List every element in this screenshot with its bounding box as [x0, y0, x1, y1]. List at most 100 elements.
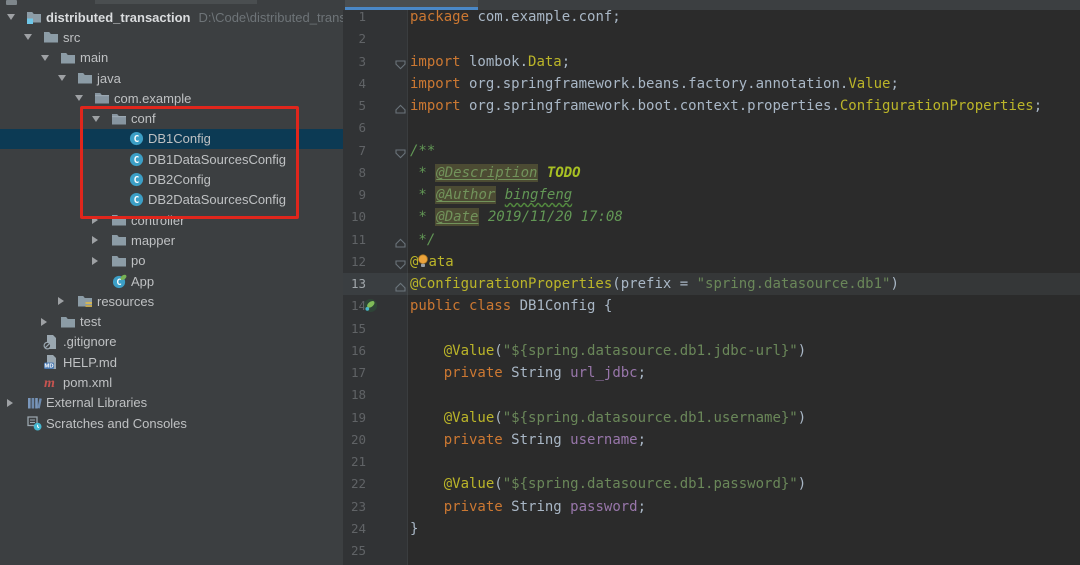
line-number[interactable]: 3 [343, 51, 366, 73]
code-line-21[interactable] [410, 451, 1080, 473]
code-line-22[interactable]: @Value("${spring.datasource.db1.password… [410, 473, 1080, 495]
code-line-25[interactable] [410, 540, 1080, 562]
code-token: ; [890, 76, 898, 92]
chevron-down-icon[interactable] [75, 95, 83, 101]
line-number[interactable]: 17 [343, 362, 366, 384]
tree-item-db1datasourcesconfig[interactable]: CDB1DataSourcesConfig [0, 149, 343, 169]
code-token: private [444, 499, 503, 515]
tree-item-java[interactable]: java [0, 68, 343, 88]
code-line-17[interactable]: private String url_jdbc; [410, 362, 1080, 384]
code-token: DB1Config { [511, 298, 612, 314]
intention-bulb-icon[interactable] [418, 253, 428, 267]
code-line-24[interactable]: } [410, 518, 1080, 540]
code-line-19[interactable]: @Value("${spring.datasource.db1.username… [410, 407, 1080, 429]
tree-item-mapper[interactable]: mapper [0, 230, 343, 250]
folder-icon [111, 253, 127, 269]
tree-item-scratches-and-consoles[interactable]: Scratches and Consoles [0, 413, 343, 433]
line-number[interactable]: 18 [343, 384, 366, 406]
line-number[interactable]: 25 [343, 540, 366, 562]
line-number[interactable]: 21 [343, 451, 366, 473]
line-number[interactable]: 12 [343, 251, 366, 273]
chevron-right-icon[interactable] [92, 216, 98, 224]
tree-item-distributed-transaction[interactable]: distributed_transactionD:\Code\distribut… [0, 7, 343, 27]
line-number[interactable]: 19 [343, 407, 366, 429]
tree-item-help-md[interactable]: MDHELP.md [0, 352, 343, 372]
chevron-right-icon[interactable] [58, 297, 64, 305]
code-line-20[interactable]: private String username; [410, 429, 1080, 451]
chevron-down-icon[interactable] [7, 14, 15, 20]
line-number[interactable]: 9 [343, 184, 366, 206]
tree-item-resources[interactable]: resources [0, 291, 343, 311]
tree-item-pom-xml[interactable]: mpom.xml [0, 372, 343, 392]
line-number[interactable]: 23 [343, 496, 366, 518]
tree-item-app[interactable]: CApp [0, 271, 343, 291]
code-line-4[interactable]: import org.springframework.beans.factory… [410, 73, 1080, 95]
tree-item-gitignore[interactable]: .gitignore [0, 332, 343, 352]
line-number[interactable]: 2 [343, 28, 366, 50]
chevron-down-icon[interactable] [92, 116, 100, 122]
spring-leaf-gutter-icon[interactable] [363, 298, 378, 318]
line-number[interactable]: 15 [343, 318, 366, 340]
code-line-7[interactable]: /** [410, 140, 1080, 162]
code-line-6[interactable] [410, 117, 1080, 139]
editor-tab[interactable] [345, 0, 478, 10]
line-number[interactable]: 10 [343, 206, 366, 228]
fold-marker-open-icon[interactable] [395, 57, 406, 75]
line-number[interactable]: 7 [343, 140, 366, 162]
code-line-5[interactable]: import org.springframework.boot.context.… [410, 95, 1080, 117]
chevron-right-icon[interactable] [41, 318, 47, 326]
code-line-10[interactable]: * @Date 2019/11/20 17:08 [410, 206, 1080, 228]
chevron-right-icon[interactable] [92, 236, 98, 244]
code-line-14[interactable]: public class DB1Config { [410, 295, 1080, 317]
line-number[interactable]: 8 [343, 162, 366, 184]
tree-item-controller[interactable]: controller [0, 210, 343, 230]
chevron-right-icon[interactable] [92, 257, 98, 265]
line-number[interactable]: 22 [343, 473, 366, 495]
code-area[interactable]: package com.example.conf;import lombok.D… [410, 6, 1080, 562]
toolbar-icon-partial [6, 0, 17, 5]
fold-marker-close-icon[interactable] [395, 235, 406, 253]
tree-item-external-libraries[interactable]: External Libraries [0, 393, 343, 413]
tree-item-db1config[interactable]: CDB1Config [0, 129, 343, 149]
tree-item-label: com.example [114, 91, 191, 106]
code-token: String [503, 432, 570, 448]
line-number[interactable]: 4 [343, 73, 366, 95]
code-line-3[interactable]: import lombok.Data; [410, 51, 1080, 73]
code-line-11[interactable]: */ [410, 229, 1080, 251]
code-line-18[interactable] [410, 384, 1080, 406]
code-line-12[interactable]: @ata [410, 251, 1080, 273]
code-line-23[interactable]: private String password; [410, 496, 1080, 518]
code-token: @ [410, 254, 418, 270]
code-token: ) [798, 410, 806, 426]
tree-item-main[interactable]: main [0, 48, 343, 68]
chevron-down-icon[interactable] [24, 34, 32, 40]
tree-item-label: po [131, 253, 145, 268]
chevron-right-icon[interactable] [7, 399, 13, 407]
line-number[interactable]: 24 [343, 518, 366, 540]
fold-marker-open-icon[interactable] [395, 146, 406, 164]
fold-marker-close-icon[interactable] [395, 101, 406, 119]
code-line-13[interactable]: @ConfigurationProperties(prefix = "sprin… [410, 273, 1080, 295]
line-number[interactable]: 16 [343, 340, 366, 362]
tree-item-src[interactable]: src [0, 27, 343, 47]
code-line-9[interactable]: * @Author bingfeng [410, 184, 1080, 206]
code-line-16[interactable]: @Value("${spring.datasource.db1.jdbc-url… [410, 340, 1080, 362]
line-number[interactable]: 6 [343, 117, 366, 139]
tree-arrow-slot [92, 257, 111, 265]
tree-item-db2datasourcesconfig[interactable]: CDB2DataSourcesConfig [0, 190, 343, 210]
line-number[interactable]: 5 [343, 95, 366, 117]
tree-item-po[interactable]: po [0, 251, 343, 271]
chevron-down-icon[interactable] [58, 75, 66, 81]
tree-item-conf[interactable]: conf [0, 108, 343, 128]
code-line-15[interactable] [410, 318, 1080, 340]
tree-item-db2config[interactable]: CDB2Config [0, 169, 343, 189]
chevron-down-icon[interactable] [41, 55, 49, 61]
line-number[interactable]: 11 [343, 229, 366, 251]
code-token: import [410, 54, 461, 70]
svg-text:m: m [44, 376, 55, 390]
line-number[interactable]: 20 [343, 429, 366, 451]
code-line-8[interactable]: * @Description TODO [410, 162, 1080, 184]
code-line-2[interactable] [410, 28, 1080, 50]
tree-item-test[interactable]: test [0, 311, 343, 331]
tree-item-com-example[interactable]: com.example [0, 88, 343, 108]
